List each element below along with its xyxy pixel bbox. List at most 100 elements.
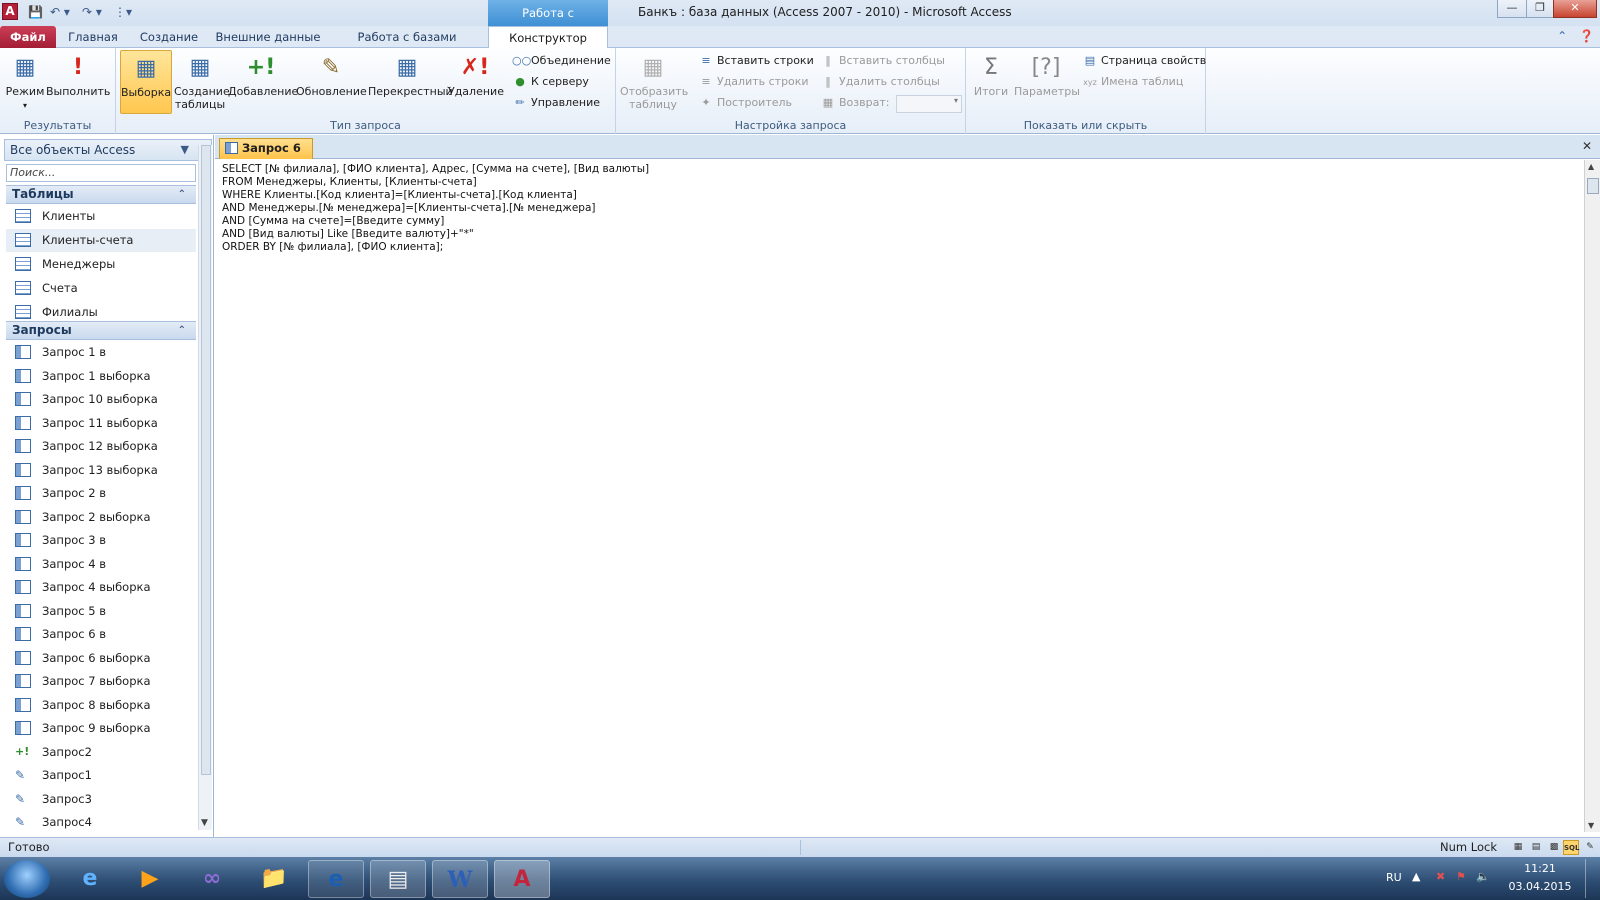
visual-studio-taskbar-icon[interactable]: ∞ <box>184 860 240 898</box>
sql-scroll-thumb[interactable] <box>1587 178 1599 194</box>
crosstab-query-button[interactable]: ▦ Перекрестный <box>368 50 453 114</box>
nav-scrollbar[interactable]: ▼ <box>198 145 212 830</box>
nav-query-item[interactable]: Запрос 10 выборка <box>6 388 196 411</box>
nav-query-item[interactable]: Запрос 2 в <box>6 482 196 505</box>
explorer-taskbar-icon[interactable]: 📁 <box>246 860 302 898</box>
close-document-icon[interactable]: ✕ <box>1582 139 1592 153</box>
nav-table-item[interactable]: Счета <box>6 277 196 300</box>
nav-query-item[interactable]: +! Запрос2 <box>6 741 196 764</box>
nav-query-item[interactable]: ✎ Запрос4 <box>6 811 196 834</box>
nav-table-item[interactable]: Менеджеры <box>6 253 196 276</box>
access-taskbar-icon[interactable]: A <box>494 860 550 898</box>
undo-icon[interactable]: ↶ ▾ <box>50 4 70 20</box>
nav-section-tables[interactable]: Таблицы ⌃ <box>6 185 196 204</box>
media-player-taskbar-icon[interactable]: ▶ <box>122 860 178 898</box>
nav-query-item[interactable]: Запрос 1 выборка <box>6 365 196 388</box>
nav-table-item[interactable]: Клиенты <box>6 205 196 228</box>
nav-query-item[interactable]: Запрос 12 выборка <box>6 435 196 458</box>
make-table-button[interactable]: ▦ Создание таблицы <box>174 50 230 114</box>
start-button[interactable] <box>4 860 50 898</box>
nav-query-item[interactable]: Запрос 5 в <box>6 600 196 623</box>
parameters-button[interactable]: [?] Параметры <box>1014 50 1080 114</box>
help-icon[interactable]: ❓ <box>1579 29 1594 43</box>
redo-icon[interactable]: ↷ ▾ <box>82 4 102 20</box>
data-definition-button[interactable]: ✏ Управление <box>512 93 600 113</box>
delete-columns-button[interactable]: ‖ Удалить столбцы <box>820 72 940 92</box>
nav-search-input[interactable]: Поиск... <box>6 164 196 182</box>
volume-icon[interactable]: 🔈 <box>1476 870 1490 883</box>
tab-database-tools[interactable]: Работа с базами данных <box>334 26 480 66</box>
word-taskbar-icon[interactable]: W <box>432 860 488 898</box>
doc-tab-query-6[interactable]: Запрос 6 в <box>219 138 313 174</box>
datasheet-view-icon[interactable]: ▦ <box>1510 840 1526 855</box>
customize-qat-icon[interactable]: ⋮▾ <box>114 4 132 20</box>
minimize-button[interactable]: — <box>1497 0 1527 18</box>
select-query-button[interactable]: ▦ Выборка <box>120 50 172 114</box>
delete-query-button[interactable]: ✗! Удаление <box>448 50 504 114</box>
access-app-icon[interactable]: A <box>2 3 18 20</box>
nav-query-item[interactable]: Запрос 4 выборка <box>6 576 196 599</box>
tab-external-data[interactable]: Внешние данные <box>214 26 322 48</box>
scroll-up-arrow-icon[interactable]: ▲ <box>1588 162 1594 171</box>
network-icon[interactable]: ✖ <box>1436 870 1445 883</box>
nav-query-item[interactable]: Запрос 4 в <box>6 553 196 576</box>
scroll-down-arrow-icon[interactable]: ▼ <box>201 818 208 828</box>
nav-query-item[interactable]: Запрос 7 выборка <box>6 670 196 693</box>
nav-query-item[interactable]: Запрос 13 выборка <box>6 459 196 482</box>
tab-file[interactable]: Файл <box>0 26 56 48</box>
nav-query-item[interactable]: Запрос 6 выборка <box>6 647 196 670</box>
design-view-icon[interactable]: ✎ <box>1582 840 1598 855</box>
nav-query-item[interactable]: ✎ Запрос3 <box>6 788 196 811</box>
ie-taskbar-icon[interactable]: e <box>62 860 118 898</box>
nav-table-item[interactable]: Клиенты-счета <box>6 229 196 252</box>
sql-view-icon[interactable]: SQL <box>1563 840 1579 855</box>
show-hidden-icons-icon[interactable]: ▲ <box>1412 870 1420 883</box>
pivot-chart-view-icon[interactable]: ▩ <box>1546 840 1562 855</box>
nav-query-item[interactable]: Запрос 8 выборка <box>6 694 196 717</box>
insert-rows-button[interactable]: ≡ Вставить строки <box>698 51 813 71</box>
totals-button[interactable]: Σ Итоги <box>970 50 1012 114</box>
update-query-button[interactable]: ✎ Обновление <box>296 50 367 114</box>
nav-scroll-thumb[interactable] <box>201 145 211 775</box>
show-desktop-button[interactable] <box>1585 859 1597 898</box>
return-combo[interactable]: ▾ <box>896 95 962 113</box>
builder-button[interactable]: ✦ Построитель <box>698 93 792 113</box>
nav-pane-header[interactable]: Все объекты Access ▼ « <box>4 139 212 161</box>
close-window-button[interactable]: ✕ <box>1553 0 1597 18</box>
nav-query-item[interactable]: Запрос 11 выборка <box>6 412 196 435</box>
scroll-down-arrow-icon[interactable]: ▼ <box>1588 821 1594 830</box>
nav-query-item[interactable]: ✎ Запрос1 <box>6 764 196 787</box>
table-names-button[interactable]: xyz Имена таблиц <box>1082 72 1183 92</box>
nav-section-queries[interactable]: Запросы ⌃ <box>6 321 196 340</box>
tab-home[interactable]: Главная <box>62 26 124 48</box>
editor-window-taskbar-icon[interactable]: ▤ <box>370 860 426 898</box>
property-sheet-button[interactable]: ▤ Страница свойств <box>1082 51 1206 71</box>
append-query-button[interactable]: +! Добавление <box>228 50 298 114</box>
language-indicator[interactable]: RU <box>1386 871 1402 884</box>
nav-menu-dropdown-icon[interactable]: ▼ <box>181 140 189 160</box>
delete-rows-button[interactable]: ≡ Удалить строки <box>698 72 808 92</box>
nav-query-item[interactable]: Запрос 2 выборка <box>6 506 196 529</box>
sql-scrollbar[interactable]: ▲ ▼ <box>1584 160 1600 832</box>
passthrough-query-button[interactable]: ● К серверу <box>512 72 589 92</box>
tab-create[interactable]: Создание <box>134 26 204 48</box>
view-mode-button[interactable]: ▦ Режим ▾ <box>4 50 46 114</box>
union-query-button[interactable]: ○○Объединение <box>512 51 611 71</box>
show-table-button[interactable]: ▦ Отобразить таблицу <box>620 50 688 114</box>
pivot-table-view-icon[interactable]: ▤ <box>1528 840 1544 855</box>
sql-editor[interactable]: SELECT [№ филиала], [ФИО клиента], Адрес… <box>217 160 1584 832</box>
nav-query-item[interactable]: Запрос 3 в <box>6 529 196 552</box>
minimize-ribbon-icon[interactable]: ⌃ <box>1557 29 1567 43</box>
nav-query-item[interactable]: Запрос 1 в <box>6 341 196 364</box>
run-button[interactable]: ! Выполнить <box>46 50 110 114</box>
nav-query-item[interactable]: Запрос 9 выборка <box>6 717 196 740</box>
tab-design[interactable]: Конструктор <box>488 26 608 49</box>
save-icon[interactable]: 💾 <box>28 4 43 20</box>
clock-time[interactable]: 11:21 <box>1500 862 1580 875</box>
action-center-icon[interactable]: ⚑ <box>1456 870 1466 883</box>
ie-window-taskbar-icon[interactable]: e <box>308 860 364 898</box>
restore-button[interactable]: ❐ <box>1526 0 1554 18</box>
insert-columns-button[interactable]: ‖ Вставить столбцы <box>820 51 945 71</box>
clock-date[interactable]: 03.04.2015 <box>1500 880 1580 893</box>
nav-query-item[interactable]: Запрос 6 в <box>6 623 196 646</box>
